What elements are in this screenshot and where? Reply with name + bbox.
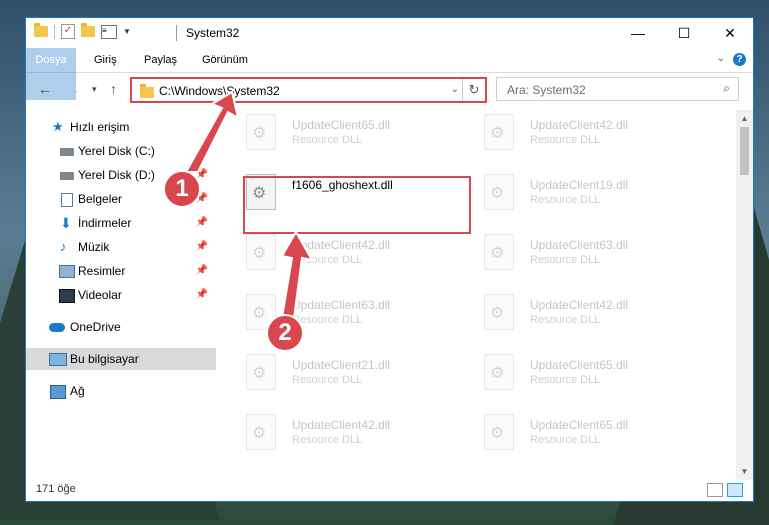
step-badge-1: 1 bbox=[163, 170, 201, 208]
arrow-1-to-address bbox=[184, 90, 240, 173]
annotation-arrows bbox=[184, 90, 314, 319]
step-badge-2: 2 bbox=[266, 314, 304, 352]
arrow-2-to-file bbox=[280, 230, 314, 319]
